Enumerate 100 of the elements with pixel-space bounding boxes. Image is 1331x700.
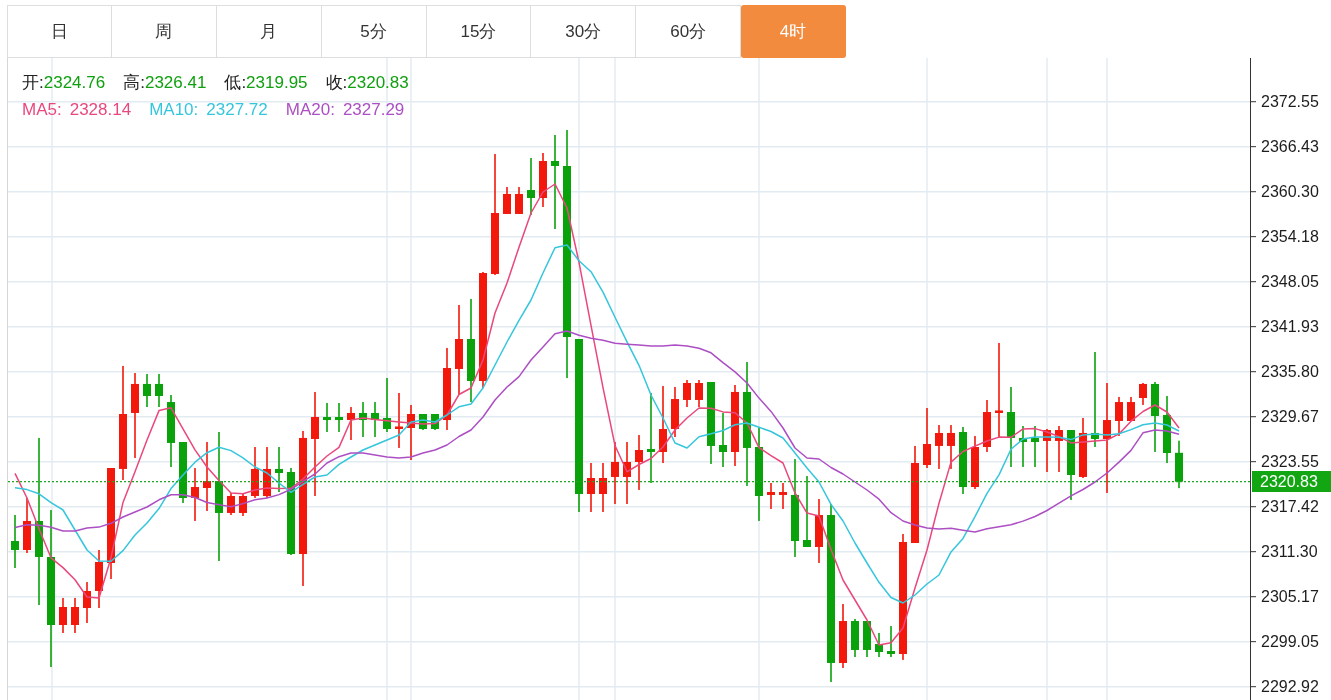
axis-label: 2317.42 xyxy=(1261,498,1319,516)
candle xyxy=(95,550,103,608)
candle xyxy=(23,498,31,553)
candle xyxy=(623,442,631,504)
candle xyxy=(887,626,895,657)
timeframe-tab[interactable]: 5分 xyxy=(321,5,427,58)
candle xyxy=(83,582,91,623)
ohlc-label: 高: xyxy=(123,72,145,94)
candle xyxy=(1139,383,1147,405)
candle xyxy=(839,604,847,668)
candle xyxy=(1163,396,1171,463)
candle xyxy=(1043,429,1051,472)
axis-label: 2360.30 xyxy=(1261,183,1319,201)
candle xyxy=(611,442,619,504)
candle xyxy=(59,597,67,633)
candle xyxy=(191,468,199,521)
candle xyxy=(1175,440,1183,489)
candle xyxy=(1055,426,1063,472)
candle xyxy=(767,483,775,509)
candle xyxy=(527,158,535,215)
candle xyxy=(419,414,427,430)
ohlc-label: 开: xyxy=(22,72,44,94)
candle xyxy=(875,633,883,657)
axis-label: 2299.05 xyxy=(1261,633,1319,651)
candle xyxy=(203,442,211,511)
candle xyxy=(695,380,703,408)
candle xyxy=(815,499,823,563)
candle xyxy=(407,404,415,460)
candle xyxy=(719,413,727,467)
candle xyxy=(239,493,247,516)
candle xyxy=(263,447,271,498)
ohlc-value: 2320.83 xyxy=(347,72,409,94)
candle xyxy=(1067,430,1075,500)
candle xyxy=(779,483,787,509)
ohlc-value: 2326.41 xyxy=(144,72,207,94)
candle xyxy=(959,427,967,494)
candle xyxy=(155,373,163,408)
candle xyxy=(431,414,439,430)
candle xyxy=(635,435,643,490)
candle xyxy=(851,618,859,657)
axis-label: 2305.17 xyxy=(1261,588,1319,606)
last-price-tag: 2320.83 xyxy=(1252,471,1331,493)
axis-label: 2323.55 xyxy=(1261,453,1319,471)
timeframe-tab[interactable]: 15分 xyxy=(426,5,532,58)
candle xyxy=(11,515,19,568)
ma-value: 2327.29 xyxy=(342,99,405,121)
ohlc-label: 收: xyxy=(325,72,348,94)
candle xyxy=(167,395,175,467)
candle xyxy=(863,621,871,657)
candle xyxy=(671,386,679,437)
candle xyxy=(335,403,343,432)
candle xyxy=(275,447,283,492)
axis-label: 2335.80 xyxy=(1261,363,1319,381)
candle xyxy=(935,425,943,469)
ma-label: MA5: xyxy=(22,99,62,121)
candle xyxy=(251,447,259,498)
candle xyxy=(1151,382,1159,452)
ohlc-value: 2319.95 xyxy=(246,72,308,94)
candle xyxy=(143,373,151,408)
axis-label: 2329.67 xyxy=(1261,408,1319,426)
timeframe-tab[interactable]: 日 xyxy=(7,5,112,58)
ohlc-value: 2324.76 xyxy=(43,72,106,94)
candle xyxy=(1115,396,1123,436)
axis-label: 2348.05 xyxy=(1261,273,1319,291)
candle xyxy=(1019,426,1027,467)
candle xyxy=(515,187,523,214)
timeframe-tab[interactable]: 60分 xyxy=(636,5,742,58)
candle xyxy=(347,407,355,440)
axis-label: 2366.43 xyxy=(1261,138,1319,156)
ma-value: 2327.72 xyxy=(206,99,268,121)
timeframe-tab[interactable]: 30分 xyxy=(531,5,637,58)
candle xyxy=(383,378,391,432)
ohlc-label: 低: xyxy=(224,72,247,94)
candle xyxy=(683,380,691,408)
candle xyxy=(599,463,607,512)
axis-label: 2354.18 xyxy=(1261,228,1319,246)
ma-value: 2328.14 xyxy=(69,99,132,121)
axis-label: 2372.55 xyxy=(1261,93,1319,111)
candle xyxy=(1031,426,1039,467)
candle xyxy=(947,425,955,469)
timeframe-tab[interactable]: 周 xyxy=(111,5,217,58)
timeframe-tab[interactable]: 月 xyxy=(216,5,322,58)
candle xyxy=(803,476,811,547)
candle xyxy=(227,493,235,515)
candle xyxy=(179,442,187,503)
ma-label: MA10: xyxy=(149,99,199,121)
ma-label: MA20: xyxy=(285,99,335,121)
candle xyxy=(587,463,595,512)
candle xyxy=(923,408,931,468)
axis-label: 2341.93 xyxy=(1261,318,1319,336)
candle xyxy=(1079,417,1087,478)
candle xyxy=(1127,396,1135,421)
axis-label: 2292.92 xyxy=(1261,678,1319,696)
candle xyxy=(71,597,79,633)
candle xyxy=(371,402,379,437)
candle xyxy=(983,399,991,452)
candle xyxy=(323,403,331,432)
candle xyxy=(971,435,979,489)
axis-label: 2311.30 xyxy=(1261,543,1318,561)
candle xyxy=(503,187,511,214)
